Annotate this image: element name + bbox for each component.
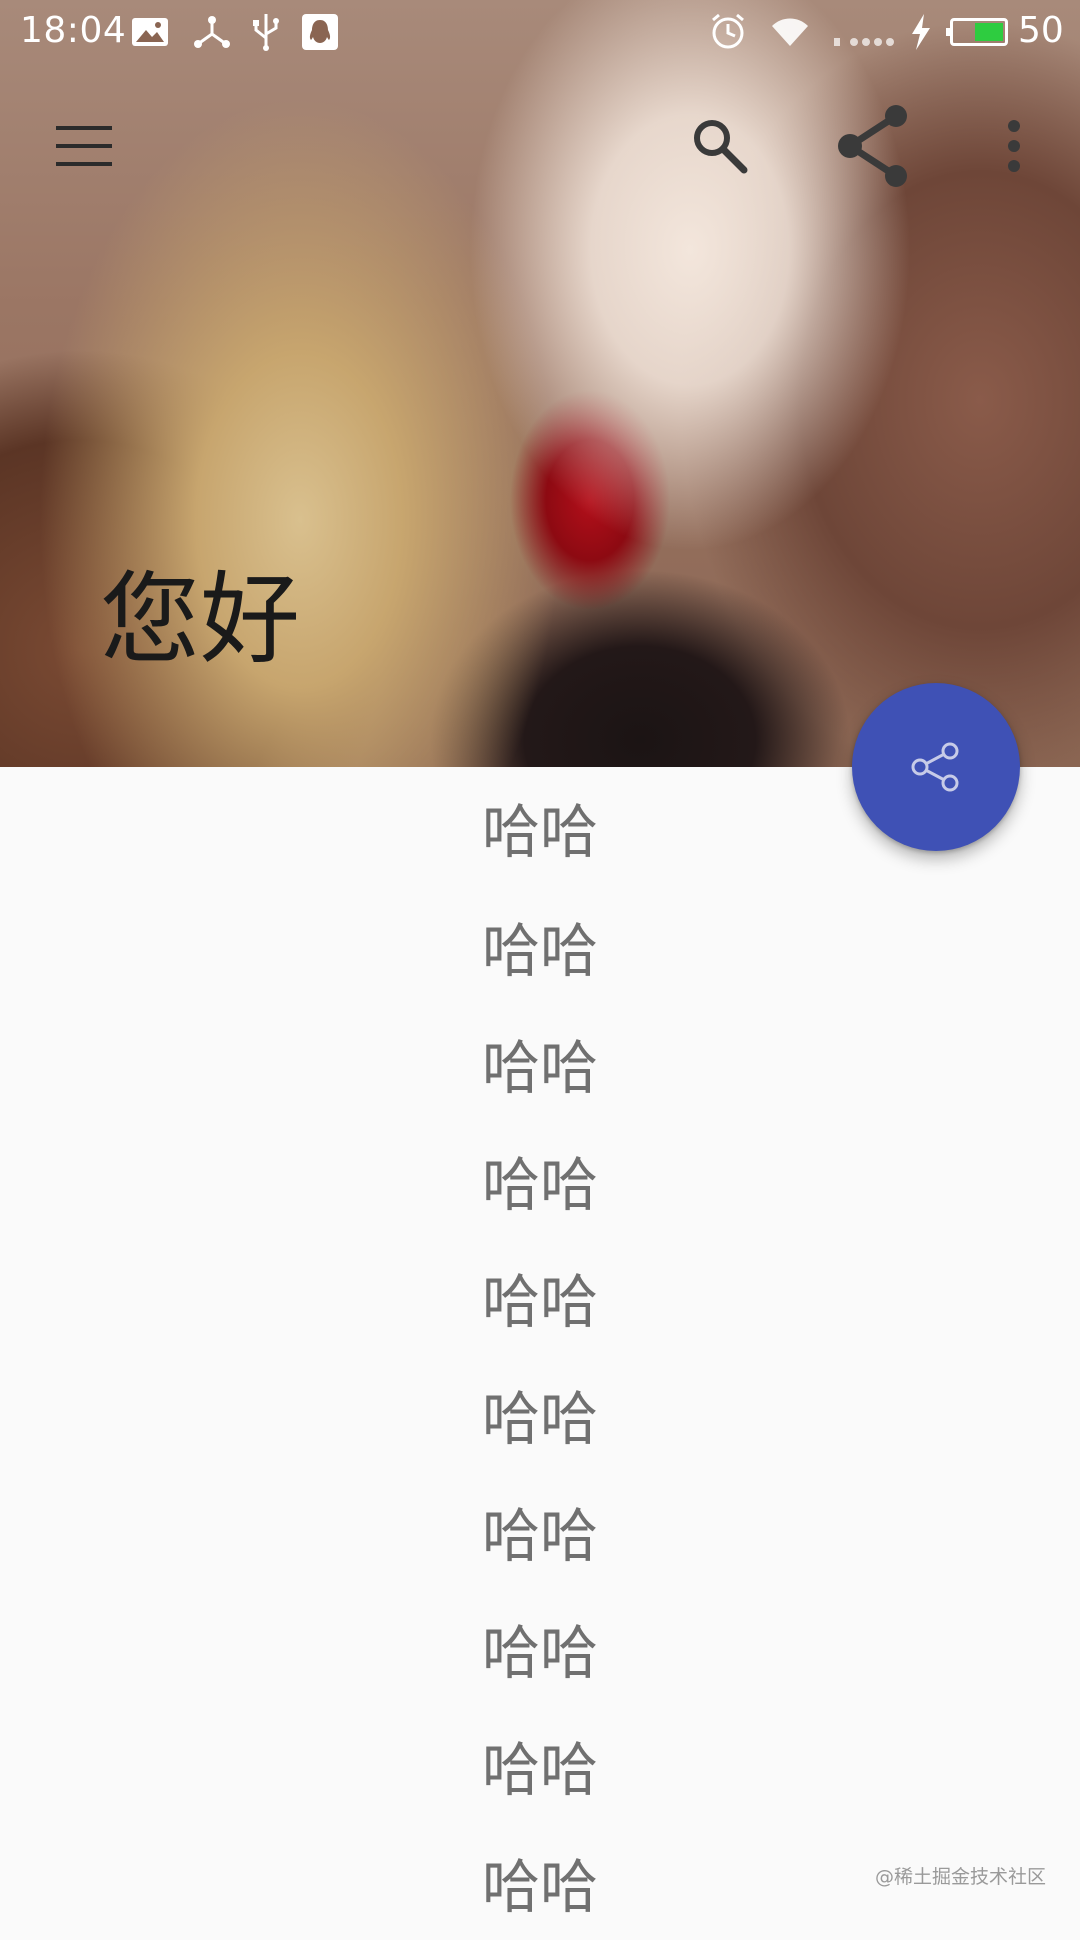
signal-icon [834, 38, 894, 46]
search-icon [694, 120, 748, 174]
share-icon [838, 105, 907, 187]
list-item: 哈哈 [481, 1150, 598, 1219]
share-network-icon [194, 16, 230, 48]
list-item: 哈哈 [481, 1033, 598, 1102]
alarm-icon [712, 13, 744, 49]
list-item: 哈哈 [481, 1501, 598, 1570]
watermark: @稀土掘金技术社区 [874, 1866, 1046, 1888]
more-options-button[interactable] [966, 98, 1062, 194]
qq-icon [302, 14, 338, 50]
more-vert-icon [1008, 120, 1020, 172]
collapsing-header-image: 18:04 50 您好 [0, 0, 1080, 767]
list-item: 哈哈 [481, 916, 598, 985]
share-fab[interactable] [852, 683, 1020, 851]
list-item: 哈哈 [481, 1384, 598, 1453]
status-time: 18:04 [20, 10, 127, 51]
content-list[interactable]: 哈哈 哈哈 哈哈 哈哈 哈哈 哈哈 哈哈 哈哈 哈哈 哈哈 [0, 767, 1080, 1940]
status-bar: 18:04 50 [0, 0, 1080, 64]
wifi-icon [772, 18, 808, 46]
share-button[interactable] [826, 98, 922, 194]
battery-percent: 50 [1018, 10, 1064, 51]
menu-button[interactable] [36, 98, 132, 194]
image-icon [132, 18, 168, 46]
battery-icon [946, 18, 1008, 46]
list-item: 哈哈 [481, 1735, 598, 1804]
charging-icon [912, 14, 930, 50]
search-button[interactable] [672, 98, 768, 194]
menu-icon [56, 126, 112, 166]
list-item: 哈哈 [481, 1618, 598, 1687]
usb-icon [253, 14, 279, 51]
header-title: 您好 [100, 561, 300, 678]
list-item: 哈哈 [481, 1267, 598, 1336]
share-icon [911, 742, 959, 792]
